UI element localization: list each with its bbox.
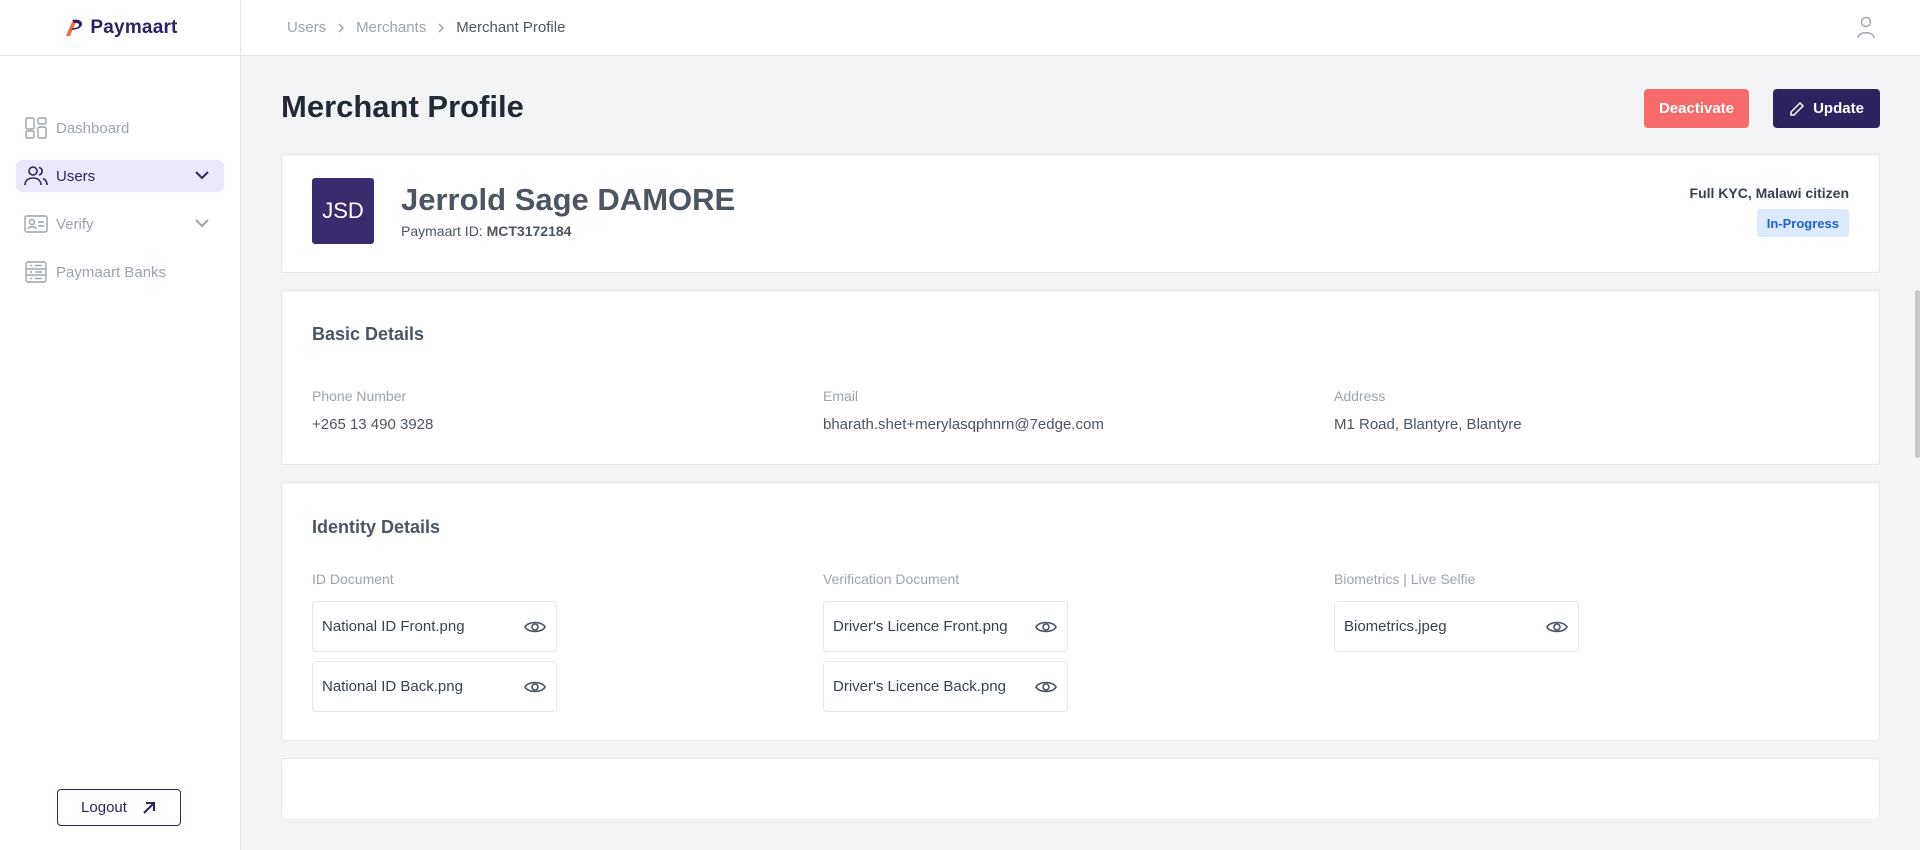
- email-label: Email: [823, 388, 859, 404]
- identity-details-card: Identity Details ID Document National ID…: [281, 482, 1880, 741]
- status-badge: In-Progress: [1756, 209, 1849, 237]
- breadcrumb-users[interactable]: Users: [287, 19, 326, 36]
- eye-icon[interactable]: [522, 674, 548, 700]
- breadcrumb-current: Merchant Profile: [456, 19, 566, 36]
- paymaart-id-value: MCT3172184: [486, 223, 572, 239]
- chevron-down-icon[interactable]: [194, 215, 210, 235]
- merchant-name: Jerrold Sage DAMORE: [401, 182, 736, 217]
- sidebar-item-paymaart-banks[interactable]: Paymaart Banks: [16, 256, 224, 288]
- phone-label: Phone Number: [312, 388, 407, 404]
- section-title: Identity Details: [312, 517, 441, 537]
- scrollbar-thumb[interactable]: [1915, 290, 1920, 458]
- phone-value: +265 13 490 3928: [312, 416, 434, 433]
- eye-icon[interactable]: [1544, 614, 1570, 640]
- breadcrumb-merchants[interactable]: Merchants: [356, 19, 426, 36]
- document-name: Biometrics.jpeg: [1344, 618, 1447, 635]
- deactivate-label: Deactivate: [1658, 100, 1735, 117]
- sidebar-item-label: Verify: [56, 215, 94, 233]
- sidebar: Paymaart Dashboard Users Verify Paymaart…: [0, 0, 241, 850]
- id-document-label: ID Document: [312, 571, 394, 587]
- bank-list-icon: [24, 260, 48, 284]
- chevron-right-icon: [436, 23, 446, 33]
- document-name: Driver's Licence Back.png: [833, 678, 1006, 695]
- dashboard-icon: [24, 116, 48, 140]
- sidebar-item-label: Dashboard: [56, 119, 130, 137]
- sidebar-item-dashboard[interactable]: Dashboard: [16, 112, 224, 144]
- document-name: National ID Front.png: [322, 618, 465, 635]
- document-item: Biometrics.jpeg: [1334, 601, 1579, 652]
- breadcrumb: Users Merchants Merchant Profile: [287, 19, 565, 36]
- update-button[interactable]: Update: [1773, 89, 1880, 128]
- arrow-up-right-icon: [143, 801, 155, 814]
- chevron-right-icon: [336, 23, 346, 33]
- document-item: Driver's Licence Front.png: [823, 601, 1068, 652]
- avatar: JSD: [312, 178, 374, 244]
- next-section-card: [281, 758, 1880, 818]
- eye-icon[interactable]: [522, 614, 548, 640]
- brand-name: Paymaart: [90, 16, 178, 38]
- document-item: Driver's Licence Back.png: [823, 661, 1068, 712]
- profile-card: JSD Jerrold Sage DAMORE Paymaart ID: MCT…: [281, 154, 1880, 273]
- section-title: Basic Details: [312, 324, 425, 344]
- sidebar-item-users[interactable]: Users: [16, 160, 224, 192]
- paymaart-logo-icon: [66, 19, 83, 36]
- sidebar-item-label: Paymaart Banks: [56, 263, 167, 281]
- eye-icon[interactable]: [1033, 614, 1059, 640]
- sidebar-item-label: Users: [56, 167, 96, 185]
- deactivate-button[interactable]: Deactivate: [1644, 89, 1749, 128]
- page-title: Merchant Profile: [281, 89, 524, 124]
- top-header: Users Merchants Merchant Profile: [241, 0, 1920, 56]
- biometrics-label: Biometrics | Live Selfie: [1334, 571, 1476, 587]
- logout-label: Logout: [81, 799, 127, 816]
- logout-button[interactable]: Logout: [57, 789, 181, 826]
- sidebar-nav: Dashboard Users Verify Paymaart Banks: [16, 112, 224, 304]
- pencil-icon: [1790, 101, 1805, 116]
- verification-document-label: Verification Document: [823, 571, 960, 587]
- address-value: M1 Road, Blantyre, Blantyre: [1334, 416, 1522, 433]
- id-card-icon: [24, 212, 48, 236]
- eye-icon[interactable]: [1033, 674, 1059, 700]
- address-label: Address: [1334, 388, 1386, 404]
- paymaart-id-label: Paymaart ID:: [401, 223, 483, 239]
- paymaart-id: Paymaart ID: MCT3172184: [401, 223, 571, 239]
- users-icon: [24, 164, 48, 188]
- user-profile-icon[interactable]: [1854, 15, 1878, 39]
- kyc-type: Full KYC, Malawi citizen: [1689, 185, 1849, 201]
- document-item: National ID Front.png: [312, 601, 557, 652]
- document-name: Driver's Licence Front.png: [833, 618, 1008, 635]
- email-value: bharath.shet+merylasqphnrn@7edge.com: [823, 416, 1104, 433]
- document-name: National ID Back.png: [322, 678, 463, 695]
- basic-details-card: Basic Details Phone Number +265 13 490 3…: [281, 290, 1880, 465]
- document-item: National ID Back.png: [312, 661, 557, 712]
- scrollbar[interactable]: [1910, 0, 1920, 850]
- chevron-down-icon[interactable]: [194, 167, 210, 187]
- sidebar-item-verify[interactable]: Verify: [16, 208, 224, 240]
- update-label: Update: [1813, 100, 1864, 117]
- logo[interactable]: Paymaart: [0, 0, 240, 56]
